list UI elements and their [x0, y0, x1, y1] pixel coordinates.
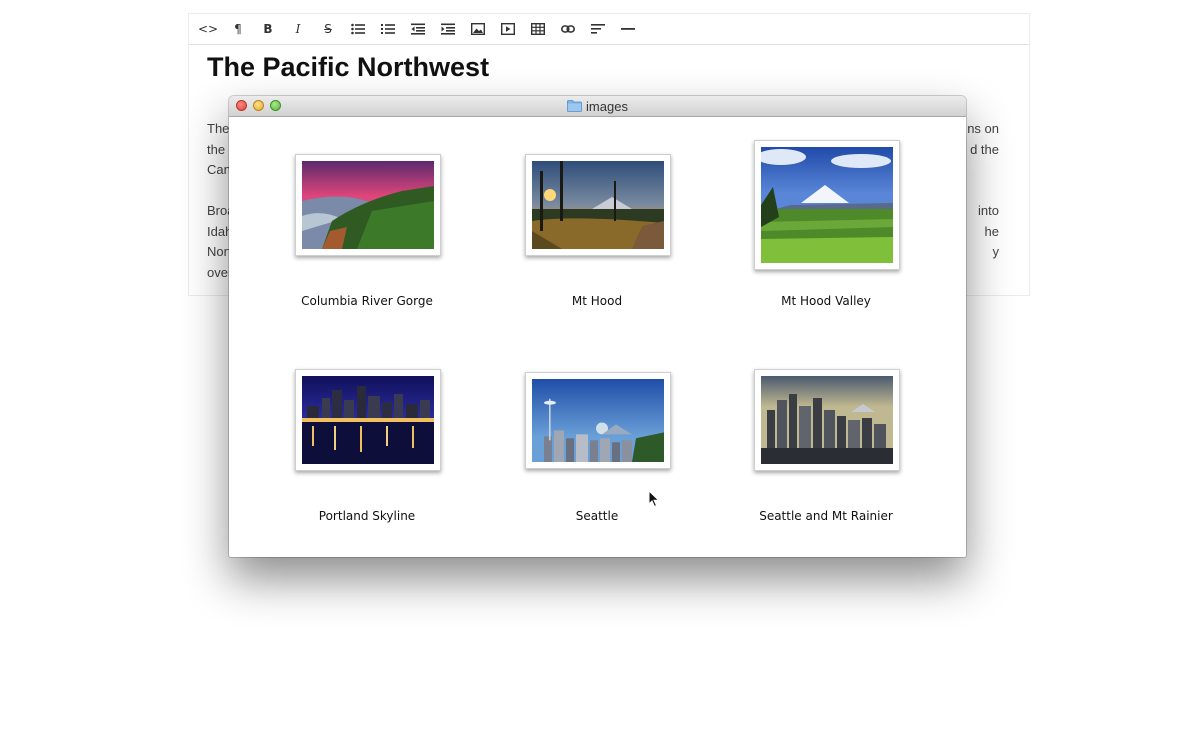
text-line: d the: [970, 141, 999, 157]
insert-video-button[interactable]: [493, 16, 523, 42]
mt-hood-valley-photo: [761, 147, 893, 263]
image-label[interactable]: Portland Skyline: [267, 509, 467, 523]
image-icon: [471, 23, 485, 35]
unordered-list-icon: [351, 23, 365, 35]
italic-button[interactable]: I: [283, 16, 313, 42]
table-icon: [531, 23, 545, 35]
text-line: the: [207, 141, 226, 157]
image-grid: Columbia River Gorge Mt Hood Mt Hood Val…: [229, 117, 966, 557]
insert-link-button[interactable]: [553, 16, 583, 42]
image-thumbnail-mt-hood-valley[interactable]: [754, 140, 900, 270]
image-thumbnail-portland-skyline[interactable]: [295, 369, 441, 471]
zoom-window-button[interactable]: [270, 100, 281, 111]
paragraph-format-button[interactable]: ¶: [223, 16, 253, 42]
strikethrough-icon: S: [324, 22, 332, 36]
window-title-text: images: [586, 98, 628, 114]
html-source-button[interactable]: <>: [193, 16, 223, 42]
text-line: into: [978, 203, 999, 218]
bold-button[interactable]: B: [253, 16, 283, 42]
seattle-and-mt-rainier-photo: [761, 376, 893, 464]
paragraph-2-right[interactable]: into he y: [978, 201, 999, 263]
paragraph-2-left[interactable]: Broa Idah Nort over: [207, 201, 229, 283]
paragraph-1-right[interactable]: ns on d the: [967, 119, 999, 160]
window-title: images: [567, 99, 628, 114]
unordered-list-button[interactable]: [343, 16, 373, 42]
code-icon: <>: [197, 22, 219, 36]
insert-table-button[interactable]: [523, 16, 553, 42]
image-thumbnail-seattle-and-mt-rainier[interactable]: [754, 369, 900, 471]
text-line: Nort: [207, 244, 229, 259]
mt-hood-photo: [532, 161, 664, 249]
text-line: The: [207, 121, 229, 136]
insert-image-button[interactable]: [463, 16, 493, 42]
portland-skyline-photo: [302, 376, 434, 464]
italic-icon: I: [295, 22, 301, 36]
text-line: Broa: [207, 203, 229, 218]
indent-icon: [441, 23, 455, 35]
outdent-icon: [411, 23, 425, 35]
editor-toolbar: <> ¶ B I S: [189, 14, 1029, 45]
bold-icon: B: [263, 22, 273, 36]
image-label[interactable]: Mt Hood Valley: [726, 294, 926, 308]
indent-button[interactable]: [433, 16, 463, 42]
close-window-button[interactable]: [236, 100, 247, 111]
folder-icon: [567, 100, 582, 112]
image-thumbnail-mt-hood[interactable]: [525, 154, 671, 256]
ordered-list-icon: [381, 24, 395, 34]
mouse-cursor-icon: [648, 490, 660, 508]
video-icon: [501, 23, 515, 35]
seattle-photo: [532, 379, 664, 462]
alignment-button[interactable]: [583, 16, 613, 42]
columbia-river-gorge-photo: [302, 161, 434, 249]
window-titlebar[interactable]: images: [229, 96, 966, 117]
ordered-list-button[interactable]: [373, 16, 403, 42]
image-label[interactable]: Columbia River Gorge: [267, 294, 467, 308]
paragraph-1-left[interactable]: The the Can: [207, 119, 229, 181]
paragraph-icon: ¶: [234, 22, 242, 36]
link-icon: [561, 25, 575, 33]
image-thumbnail-seattle[interactable]: [525, 372, 671, 469]
text-line: y: [992, 244, 1000, 259]
align-left-icon: [591, 24, 605, 34]
image-thumbnail-columbia-river-gorge[interactable]: [295, 154, 441, 256]
text-line: Can: [207, 162, 229, 177]
image-label[interactable]: Mt Hood: [497, 294, 697, 308]
horizontal-rule-icon: [621, 28, 635, 30]
text-line: Idah: [207, 223, 229, 239]
window-controls: [236, 100, 281, 111]
image-label[interactable]: Seattle and Mt Rainier: [726, 509, 926, 523]
outdent-button[interactable]: [403, 16, 433, 42]
minimize-window-button[interactable]: [253, 100, 264, 111]
horizontal-rule-button[interactable]: [613, 16, 643, 42]
strikethrough-button[interactable]: S: [313, 16, 343, 42]
document-title[interactable]: The Pacific Northwest: [207, 52, 489, 83]
finder-window[interactable]: images Columbia River Gorge Mt Hood Mt H…: [229, 96, 966, 557]
image-label[interactable]: Seattle: [497, 509, 697, 523]
text-line: ns on: [967, 121, 999, 136]
text-line: over: [207, 264, 229, 280]
text-line: he: [984, 223, 999, 239]
